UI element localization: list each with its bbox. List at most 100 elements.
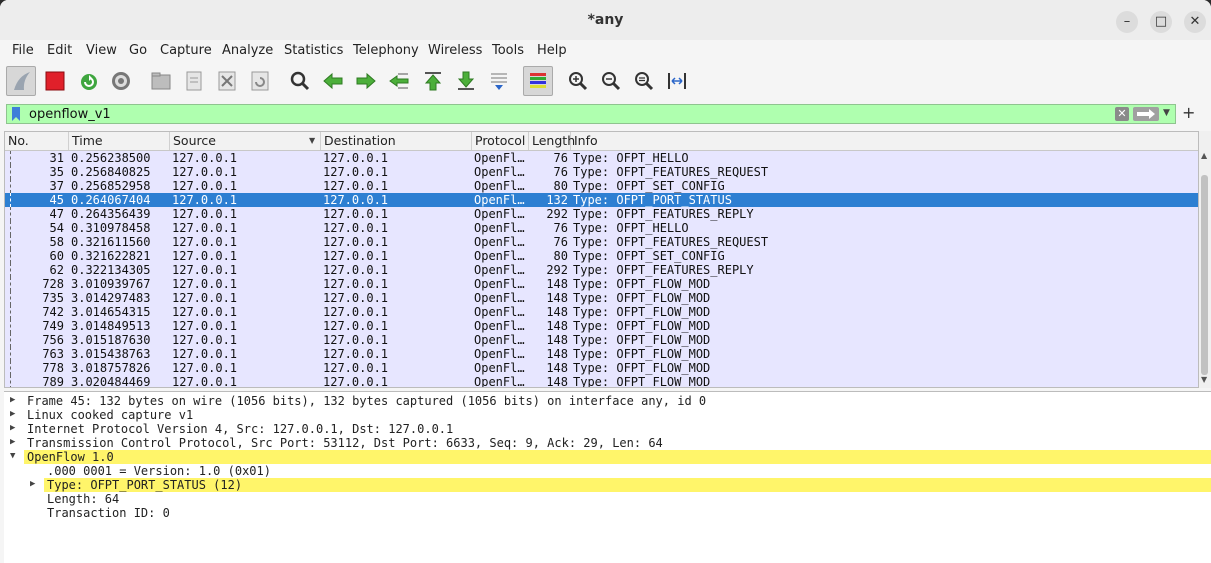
colorize-button[interactable] [523,66,553,96]
detail-line[interactable]: Transmission Control Protocol, Src Port:… [24,436,1211,450]
go-back-button[interactable] [318,66,348,96]
stop-capture-button[interactable] [40,66,70,96]
detail-line[interactable]: OpenFlow 1.0 [24,450,1211,464]
zoom-out-button[interactable] [596,66,626,96]
column-source[interactable]: Source [170,132,321,150]
packet-row[interactable]: 756 3.015187630 127.0.0.1 127.0.0.1 OpenFl… 1… [5,333,1198,347]
go-to-packet-button[interactable] [384,66,414,96]
menu-wireless[interactable]: Wireless [428,43,482,58]
clear-filter-button[interactable]: ✕ [1115,107,1129,121]
collapsed-arrow-icon[interactable]: ▶ [10,409,15,419]
detail-line[interactable]: Linux cooked capture v1 [24,408,1211,422]
packet-row[interactable]: 778 3.018757826 127.0.0.1 127.0.0.1 OpenFl… 1… [5,361,1198,375]
collapsed-arrow-icon[interactable]: ▶ [30,479,35,489]
add-filter-button-button[interactable]: + [1182,103,1195,122]
packet-row[interactable]: 735 3.014297483 127.0.0.1 127.0.0.1 OpenFl… 1… [5,291,1198,305]
resize-columns-button[interactable] [662,66,692,96]
plus-icon: + [1182,103,1196,122]
apply-filter-button[interactable] [1133,107,1159,121]
packet-row[interactable]: 58 0.321611560 127.0.0.1 127.0.0.1 OpenFl… 76… [5,235,1198,249]
bookmark-icon[interactable] [11,107,21,121]
packet-cell-len: 148 [546,291,568,305]
packet-cell-src: 127.0.0.1 [172,375,238,388]
packet-row[interactable]: 31 0.256238500 127.0.0.1 127.0.0.1 OpenFl… 76… [5,151,1198,165]
detail-line[interactable]: Type: OFPT_PORT_STATUS (12) [44,478,1211,492]
packet-cell-len: 76 [553,165,568,179]
start-capture-button[interactable] [6,66,36,96]
detail-line[interactable]: .000 0001 = Version: 1.0 (0x01) [44,464,1211,478]
scrollbar-thumb[interactable] [1201,175,1208,375]
chevron-down-icon: ▼ [1163,108,1170,118]
packet-cell-time: 3.010939767 [71,277,151,291]
sort-descending-icon: ▼ [309,136,316,145]
menu-edit[interactable]: Edit [47,43,72,58]
column-no[interactable]: No. [5,132,69,150]
go-forward-button[interactable] [351,66,381,96]
expanded-arrow-icon[interactable]: ▼ [10,451,15,461]
packet-row[interactable]: 728 3.010939767 127.0.0.1 127.0.0.1 OpenFl… 1… [5,277,1198,291]
restart-capture-button[interactable] [74,66,104,96]
menu-file[interactable]: File [12,43,34,58]
window-title: *any [587,12,624,28]
menu-view[interactable]: View [86,43,117,58]
packet-row[interactable]: 45 0.264067404 127.0.0.1 127.0.0.1 OpenFl… 13… [5,193,1198,207]
packet-cell-src: 127.0.0.1 [172,291,238,305]
zoom-out-icon [602,72,621,91]
collapsed-arrow-icon[interactable]: ▶ [10,423,15,433]
minimize-button[interactable]: – [1116,11,1138,33]
close-button[interactable]: ✕ [1184,11,1206,33]
packet-cell-info: Type: OFPT_FLOW_MOD [573,375,711,388]
capture-options-button[interactable] [106,66,136,96]
detail-text: Frame 45: 132 bytes on wire (1056 bits),… [27,394,707,408]
packet-cell-dst: 127.0.0.1 [323,305,389,319]
packet-row[interactable]: 47 0.264356439 127.0.0.1 127.0.0.1 OpenFl… 29… [5,207,1198,221]
packet-row[interactable]: 62 0.322134305 127.0.0.1 127.0.0.1 OpenFl… 29… [5,263,1198,277]
recent-filters-dropdown[interactable]: ▼ [1163,108,1170,118]
detail-line[interactable]: Frame 45: 132 bytes on wire (1056 bits),… [24,394,1211,408]
column-length[interactable]: Length [529,132,575,150]
packet-row[interactable]: 37 0.256852958 127.0.0.1 127.0.0.1 OpenFl… 80… [5,179,1198,193]
menu-tools[interactable]: Tools [492,43,524,58]
reload-file-button[interactable] [245,66,275,96]
menu-analyze[interactable]: Analyze [222,43,273,58]
packet-row[interactable]: 54 0.310978458 127.0.0.1 127.0.0.1 OpenFl… 76… [5,221,1198,235]
menu-capture[interactable]: Capture [160,43,212,58]
packet-row[interactable]: 35 0.256840825 127.0.0.1 127.0.0.1 OpenFl… 76… [5,165,1198,179]
detail-line[interactable]: Length: 64 [44,492,1211,506]
scroll-up-icon[interactable]: ▲ [1201,151,1207,160]
close-file-button[interactable] [212,66,242,96]
packet-row[interactable]: 742 3.014654315 127.0.0.1 127.0.0.1 OpenFl… 1… [5,305,1198,319]
column-time[interactable]: Time [69,132,170,150]
display-filter-input[interactable] [29,106,1109,122]
packet-cell-time: 0.264067404 [71,193,151,207]
maximize-button[interactable]: □ [1150,11,1172,33]
packet-cell-src: 127.0.0.1 [172,333,238,347]
normal-size-button[interactable] [629,66,659,96]
menu-statistics[interactable]: Statistics [284,43,343,58]
last-packet-button[interactable] [451,66,481,96]
detail-line[interactable]: Internet Protocol Version 4, Src: 127.0.… [24,422,1211,436]
collapsed-arrow-icon[interactable]: ▶ [10,437,15,447]
collapsed-arrow-icon[interactable]: ▶ [10,395,15,405]
packet-list-scrollbar[interactable]: ▲ ▼ [1199,131,1211,388]
scroll-down-icon[interactable]: ▼ [1201,375,1207,384]
menu-telephony[interactable]: Telephony [353,43,419,58]
menu-go[interactable]: Go [129,43,147,58]
first-packet-button[interactable] [418,66,448,96]
menu-help[interactable]: Help [537,43,567,58]
auto-scroll-button[interactable] [484,66,514,96]
packet-cell-len: 148 [546,319,568,333]
open-file-button[interactable] [146,66,176,96]
column-destination[interactable]: Destination [321,132,472,150]
column-protocol[interactable]: Protocol [472,132,529,150]
packet-row[interactable]: 789 3.020484469 127.0.0.1 127.0.0.1 OpenFl… 1… [5,375,1198,388]
packet-cell-time: 3.014297483 [71,291,151,305]
find-packet-button[interactable] [285,66,315,96]
column-info[interactable]: Info [571,132,1198,150]
packet-row[interactable]: 763 3.015438763 127.0.0.1 127.0.0.1 OpenFl… 1… [5,347,1198,361]
save-file-button[interactable] [179,66,209,96]
packet-row[interactable]: 60 0.321622821 127.0.0.1 127.0.0.1 OpenFl… 80… [5,249,1198,263]
detail-line[interactable]: Transaction ID: 0 [44,506,1211,520]
zoom-in-button[interactable] [563,66,593,96]
packet-row[interactable]: 749 3.014849513 127.0.0.1 127.0.0.1 OpenFl… 1… [5,319,1198,333]
